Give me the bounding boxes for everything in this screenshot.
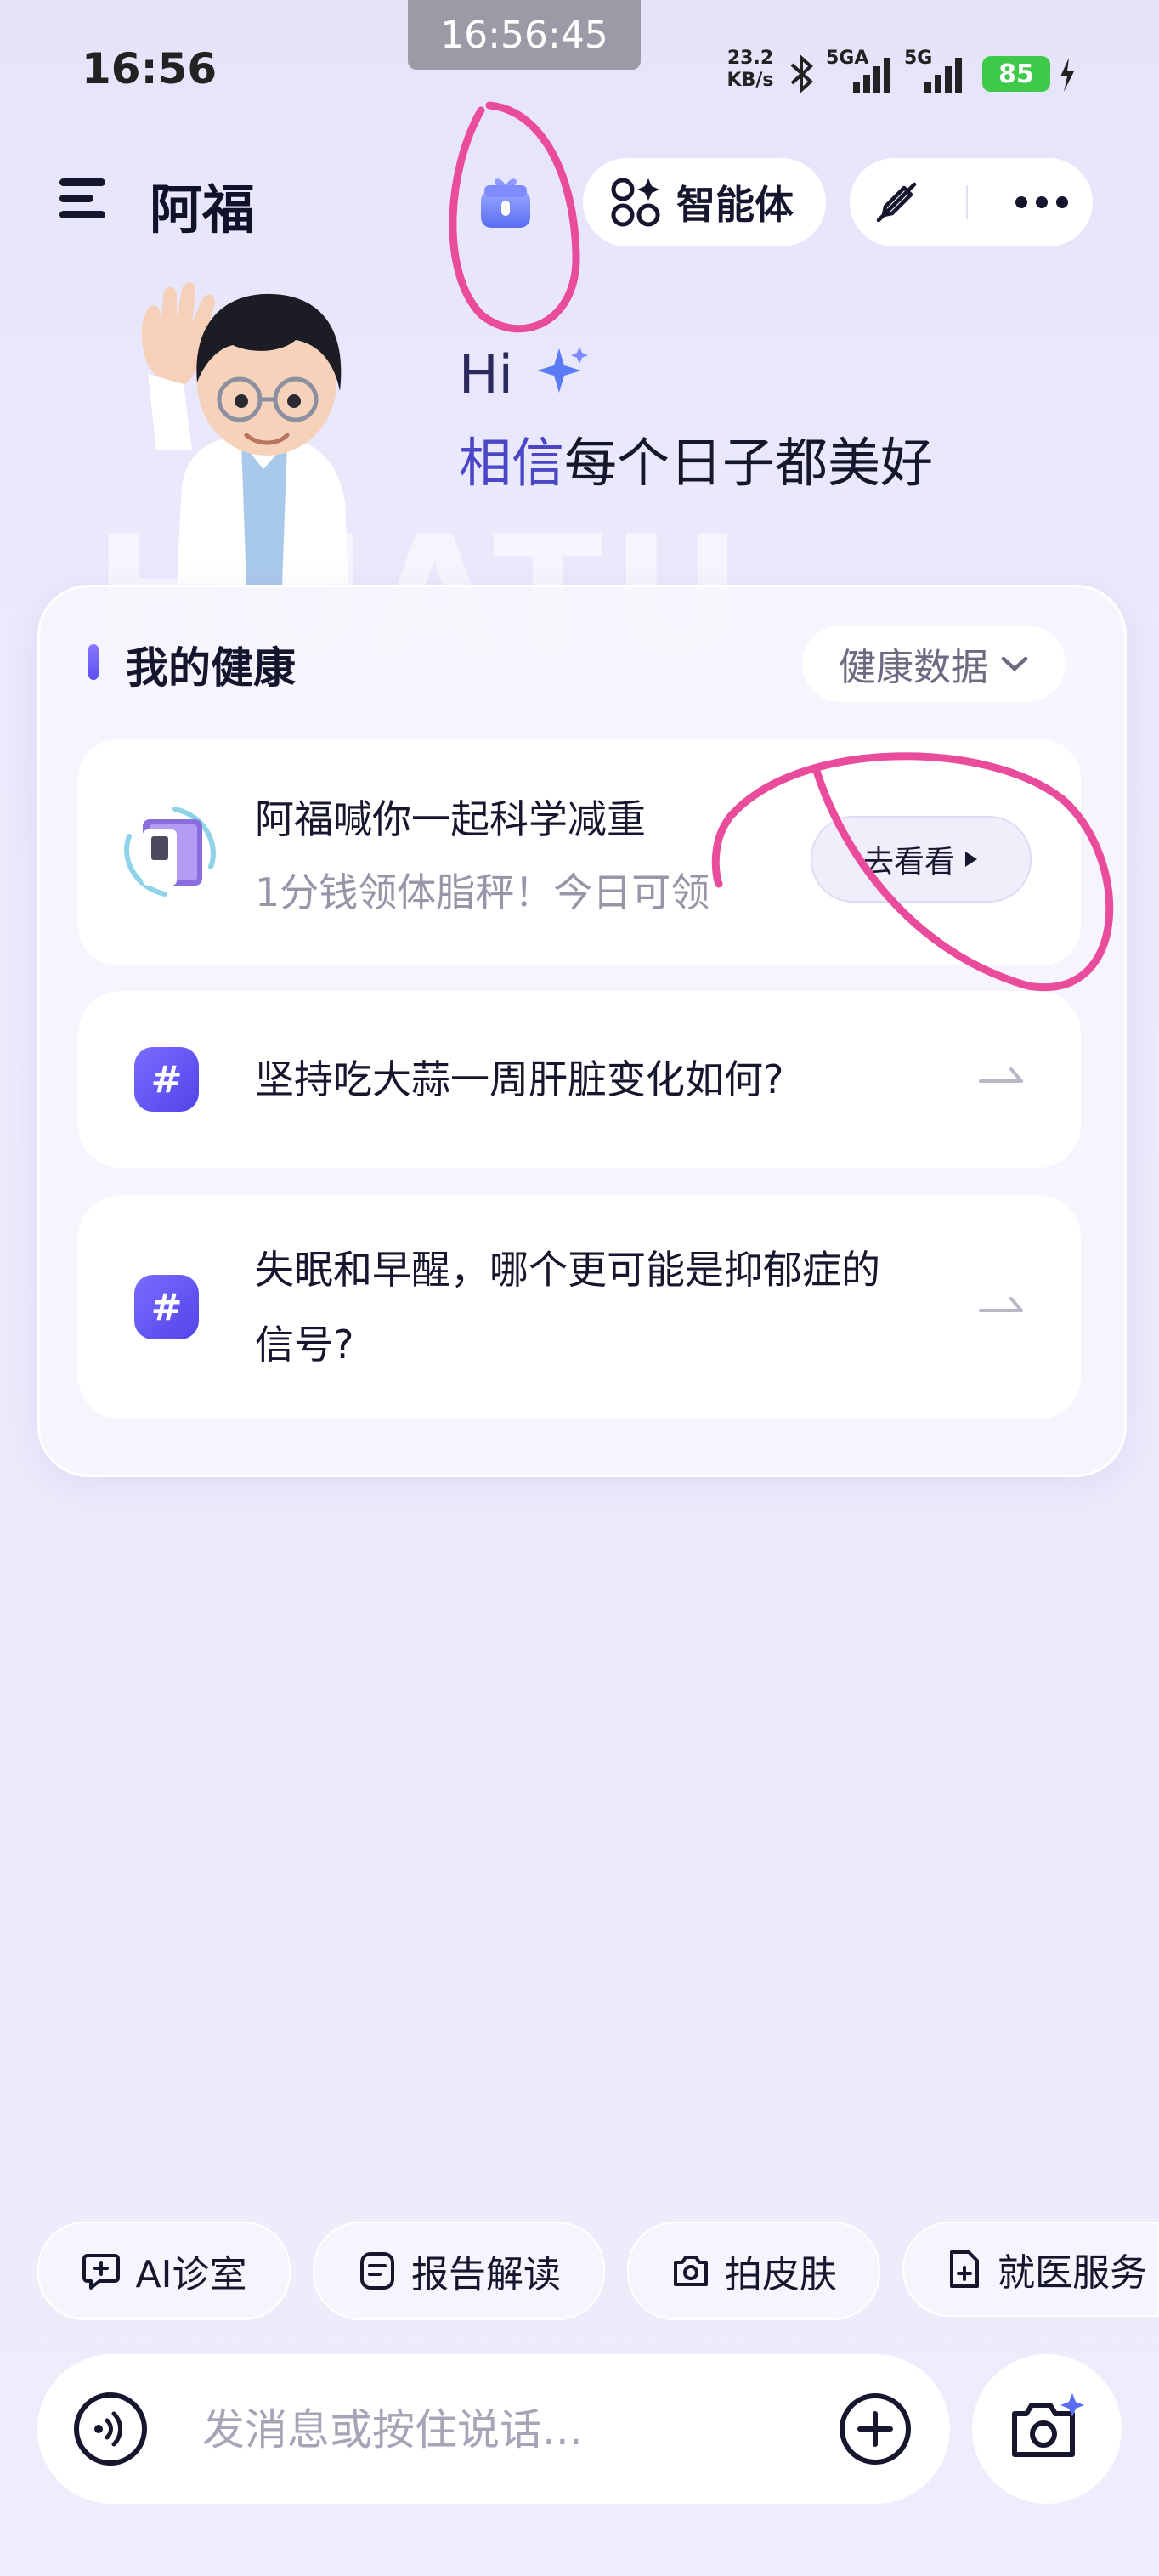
status-time: 16:56 bbox=[82, 44, 218, 93]
section-marker bbox=[88, 644, 99, 680]
chip-label: 就医服务 bbox=[998, 2251, 1147, 2295]
chevron-down-icon bbox=[1001, 656, 1028, 671]
more-icon[interactable] bbox=[1015, 194, 1069, 211]
network-speed: 23.2 KB/s bbox=[719, 48, 782, 92]
message-input[interactable] bbox=[201, 2380, 799, 2480]
hashtag-icon: # bbox=[134, 1047, 199, 1112]
mascot-avatar bbox=[141, 282, 348, 586]
app-title: 阿福 bbox=[150, 178, 256, 241]
body-fat-scale-icon bbox=[124, 807, 216, 897]
health-data-label: 健康数据 bbox=[839, 646, 988, 689]
camera-sparkle-icon bbox=[1012, 2393, 1084, 2457]
pill-divider bbox=[965, 185, 968, 219]
agents-button[interactable]: 智能体 bbox=[583, 158, 826, 246]
chip-skin-photo[interactable]: 拍皮肤 bbox=[627, 2222, 880, 2320]
chip-label: 报告解读 bbox=[411, 2253, 561, 2296]
network-speed-value: 23.2 bbox=[726, 48, 774, 69]
question-text-line2: 信号? bbox=[255, 1322, 354, 1367]
arrow-right-icon bbox=[979, 1297, 1023, 1312]
bluetooth-icon bbox=[790, 54, 813, 94]
camera-button[interactable] bbox=[972, 2354, 1122, 2504]
greeting-hi: Hi bbox=[459, 343, 590, 405]
add-icon[interactable] bbox=[836, 2390, 914, 2468]
go-see-label: 去看看 bbox=[862, 845, 955, 880]
greeting-message-rest: 每个日子都美好 bbox=[564, 432, 934, 494]
signal-bars-icon bbox=[853, 58, 890, 93]
document-plus-icon bbox=[950, 2250, 979, 2288]
charging-icon bbox=[1060, 58, 1074, 92]
question-text: 坚持吃大蒜一周肝脏变化如何? bbox=[255, 1056, 784, 1102]
question-text: 失眠和早醒，哪个更可能是抑郁症的 信号? bbox=[255, 1232, 880, 1382]
agents-label: 智能体 bbox=[676, 182, 794, 228]
chat-plus-icon bbox=[82, 2254, 121, 2290]
chip-medical-service[interactable]: 就医服务 bbox=[902, 2222, 1159, 2317]
greeting-message-accent: 相信 bbox=[459, 432, 565, 494]
screenshot-clock-overlay: 16:56:45 bbox=[408, 0, 641, 70]
hashtag-icon: # bbox=[134, 1275, 199, 1339]
promo-subtitle: 1分钱领体脂秤！今日可领 bbox=[255, 869, 710, 915]
health-data-dropdown[interactable]: 健康数据 bbox=[802, 626, 1066, 702]
header-actions bbox=[850, 158, 1093, 246]
edit-off-icon[interactable] bbox=[873, 179, 919, 225]
promo-title: 阿福喊你一起科学减重 bbox=[255, 796, 646, 842]
chip-ai-clinic[interactable]: AI诊室 bbox=[37, 2222, 291, 2320]
question-text-line1: 失眠和早醒，哪个更可能是抑郁症的 bbox=[255, 1247, 880, 1293]
play-triangle-icon bbox=[965, 852, 977, 867]
camera-icon bbox=[674, 2256, 708, 2286]
document-icon bbox=[360, 2252, 394, 2290]
greeting-message: 相信每个日子都美好 bbox=[459, 420, 933, 496]
voice-icon[interactable] bbox=[70, 2388, 151, 2470]
signal-bars-2-icon bbox=[924, 58, 962, 93]
chip-label: AI诊室 bbox=[135, 2253, 247, 2296]
network-speed-unit: KB/s bbox=[726, 70, 774, 91]
chip-report-reading[interactable]: 报告解读 bbox=[313, 2222, 605, 2320]
agents-icon bbox=[611, 178, 660, 227]
gift-icon[interactable] bbox=[476, 173, 535, 233]
battery-level: 85 bbox=[982, 56, 1050, 92]
my-health-title: 我的健康 bbox=[126, 643, 296, 693]
arrow-right-icon bbox=[979, 1067, 1023, 1083]
sparkle-icon bbox=[536, 347, 588, 393]
menu-icon[interactable] bbox=[58, 175, 109, 223]
chip-label: 拍皮肤 bbox=[725, 2253, 837, 2296]
go-see-button[interactable]: 去看看 bbox=[811, 816, 1032, 903]
greeting-hi-text: Hi bbox=[459, 343, 513, 405]
